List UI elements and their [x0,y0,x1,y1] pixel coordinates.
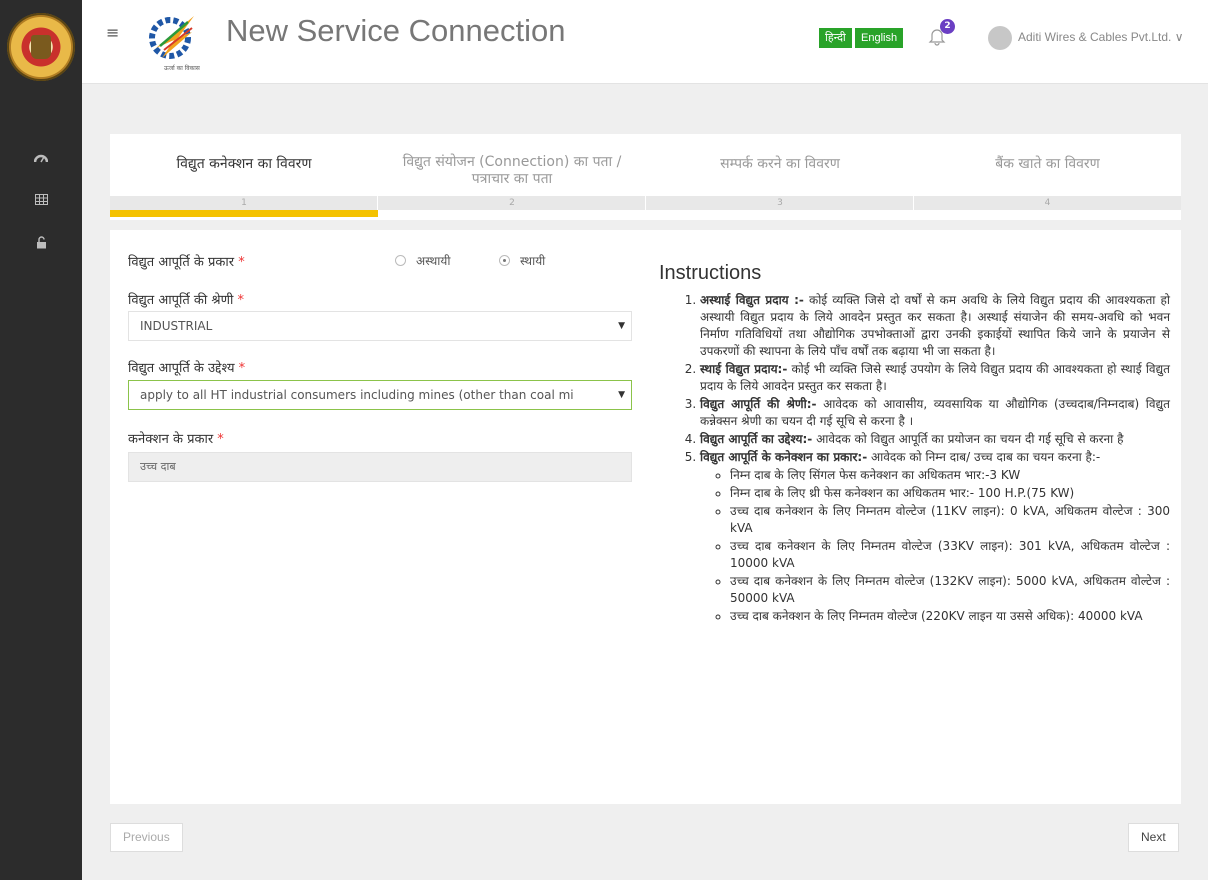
step-number: 1 [241,198,247,208]
step-progress-bar [110,210,378,217]
avatar[interactable] [988,26,1012,50]
sidebar [0,0,82,880]
menu-toggle-icon[interactable]: ≡ [106,23,119,42]
step-title: विद्युत संयोजन (Connection) का पता / पत्… [402,154,622,187]
instruction-item: अस्थाई विद्युत प्रदाय :- कोई व्यक्ति जिस… [700,292,1170,360]
next-button[interactable]: Next [1128,823,1179,852]
instruction-sub-item: उच्च दाब कनेक्शन के लिए निम्नतम वोल्टेज … [730,573,1170,607]
notification-badge[interactable]: 2 [940,19,955,34]
step-number: 2 [509,198,515,208]
step-number: 3 [777,198,783,208]
purpose-select[interactable]: apply to all HT industrial consumers inc… [128,380,632,410]
instruction-sub-item: उच्च दाब कनेक्शन के लिए निम्नतम वोल्टेज … [730,503,1170,537]
wizard-steps: विद्युत कनेक्शन का विवरण 1 विद्युत संयोज… [110,134,1181,220]
step-4[interactable]: बैंक खाते का विवरण 4 [914,134,1181,220]
chevron-down-icon: ▼ [614,312,625,340]
instructions-list: अस्थाई विद्युत प्रदाय :- कोई व्यक्ति जिस… [670,292,1170,626]
step-1[interactable]: विद्युत कनेक्शन का विवरण 1 [110,134,378,220]
form-card: विद्युत आपूर्ति के प्रकार * अस्थायी स्था… [110,230,1181,804]
instruction-item: विद्युत आपूर्ति की श्रेणी:- आवेदक को आवा… [700,396,1170,430]
unlock-icon[interactable] [32,236,50,254]
step-title: बैंक खाते का विवरण [995,156,1100,172]
instruction-sub-item: निम्न दाब के लिए थ्री फेस कनेक्शन का अधि… [730,485,1170,502]
instruction-sub-item: निम्न दाब के लिए सिंगल फेस कनेक्शन का अध… [730,467,1170,484]
connection-type-label: कनेक्शन के प्रकार * [128,432,224,447]
government-seal-logo[interactable] [7,13,75,81]
step-3[interactable]: सम्पर्क करने का विवरण 3 [646,134,914,220]
category-label: विद्युत आपूर्ति की श्रेणी * [128,293,245,308]
step-title: विद्युत कनेक्शन का विवरण [176,156,312,172]
supply-type-temporary-radio[interactable]: अस्थायी [395,252,450,269]
instruction-item: विद्युत आपूर्ति के कनेक्शन का प्रकार:- आ… [700,449,1170,625]
step-2[interactable]: विद्युत संयोजन (Connection) का पता / पत्… [378,134,646,220]
lang-english-button[interactable]: English [855,28,904,48]
purpose-label: विद्युत आपूर्ति के उद्देश्य * [128,361,246,376]
chevron-down-icon: ▼ [614,381,625,409]
connection-type-field: उच्च दाब [128,452,632,482]
instruction-item: विद्युत आपूर्ति का उद्देश्य:- आवेदक को व… [700,431,1170,448]
user-menu[interactable]: Aditi Wires & Cables Pvt.Ltd. ∨ [1018,30,1184,44]
grid-icon[interactable] [32,193,50,211]
brand-tagline: ऊर्जा का विकास [164,65,200,72]
instructions-title: Instructions [659,262,762,284]
step-title: सम्पर्क करने का विवरण [720,156,840,172]
top-header: ≡ ऊर्जा का विकास New Service Connection … [82,0,1208,84]
instruction-item: स्थाई विद्युत प्रदाय:- कोई भी व्यक्ति जि… [700,361,1170,395]
page-title: New Service Connection [226,13,566,48]
supply-type-permanent-radio[interactable]: स्थायी [499,252,545,269]
category-select[interactable]: INDUSTRIAL ▼ [128,311,632,341]
step-number: 4 [1044,198,1051,208]
instruction-sub-item: उच्च दाब कनेक्शन के लिए निम्नतम वोल्टेज … [730,538,1170,572]
instruction-sub-item: उच्च दाब कनेक्शन के लिए निम्नतम वोल्टेज … [730,608,1170,625]
previous-button[interactable]: Previous [110,823,183,852]
supply-type-label: विद्युत आपूर्ति के प्रकार * [128,255,245,270]
lang-hindi-button[interactable]: हिन्दी [819,28,852,48]
company-logo [148,8,200,66]
dashboard-icon[interactable] [32,152,50,170]
